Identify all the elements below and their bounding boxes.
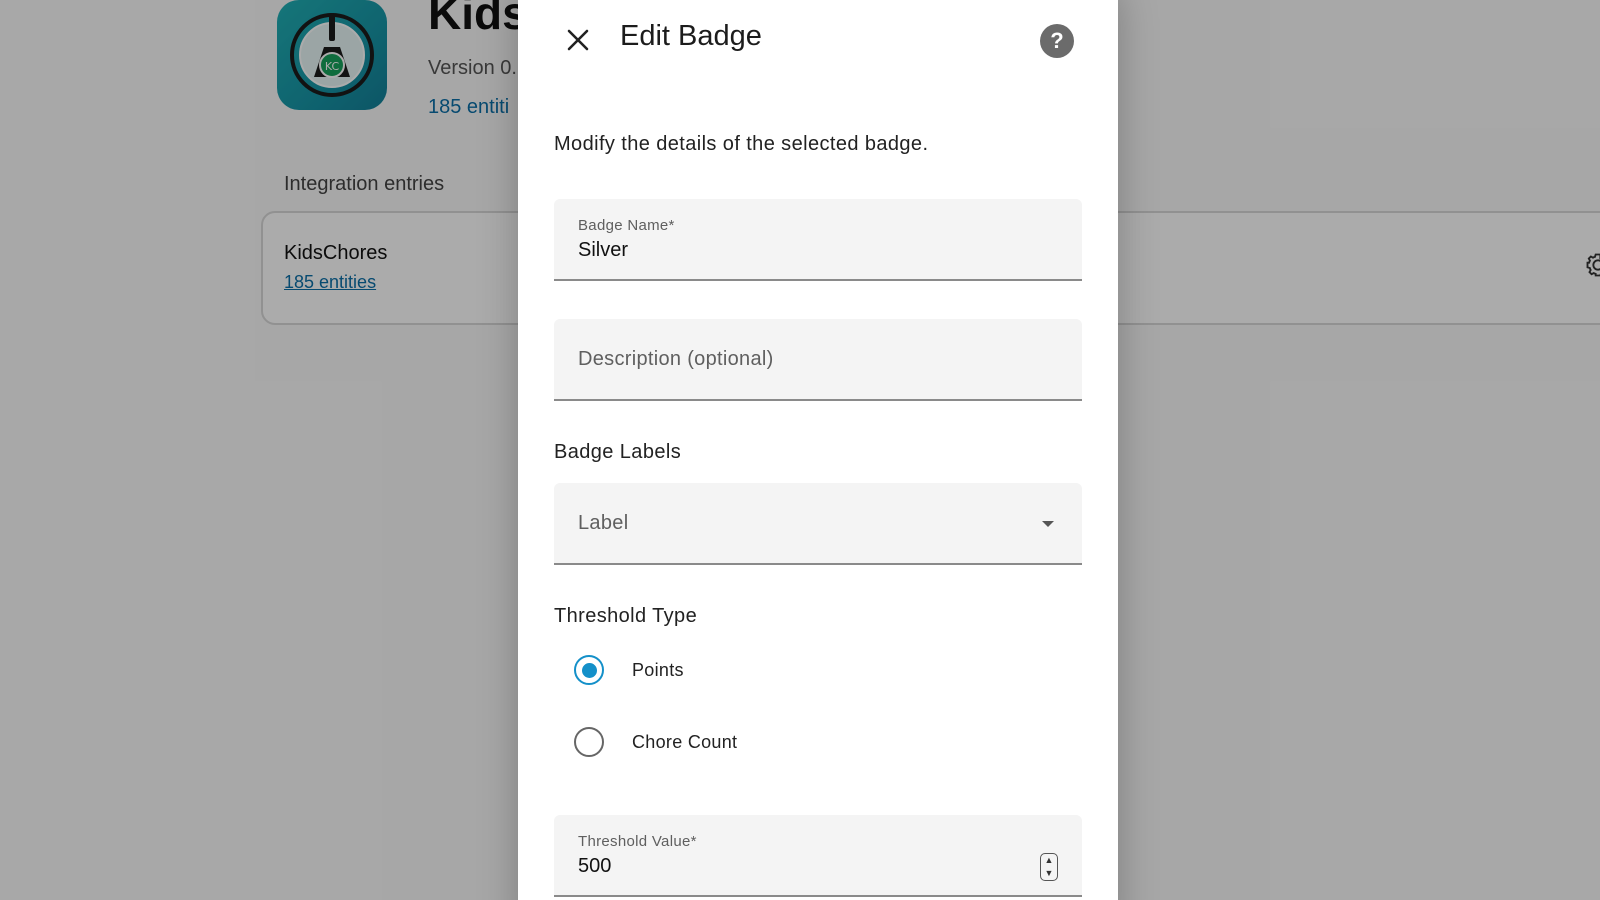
stepper-down-icon[interactable]: ▼ [1045, 869, 1054, 878]
radio-label-points: Points [632, 659, 684, 680]
badge-name-value[interactable]: Silver [578, 239, 628, 262]
threshold-option-points[interactable]: Points [574, 655, 684, 685]
label-select[interactable]: Label [554, 483, 1082, 565]
description-placeholder: Description (optional) [578, 348, 774, 370]
description-field[interactable]: Description (optional) [554, 319, 1082, 401]
label-select-placeholder: Label [578, 512, 629, 534]
threshold-value-label: Threshold Value* [578, 833, 697, 850]
radio-button-unchecked[interactable] [574, 727, 604, 757]
badge-name-field[interactable]: Badge Name* Silver [554, 199, 1082, 281]
threshold-type-heading: Threshold Type [554, 605, 698, 627]
help-icon: ? [1050, 28, 1064, 53]
radio-button-checked[interactable] [574, 655, 604, 685]
threshold-option-chore-count[interactable]: Chore Count [574, 727, 737, 757]
help-button[interactable]: ? [1040, 24, 1074, 58]
threshold-value-field[interactable]: Threshold Value* 500 ▲ ▼ [554, 815, 1082, 897]
badge-labels-heading: Badge Labels [554, 441, 682, 463]
screen: KC Kids Version 0. 185 entiti Integratio… [0, 0, 1600, 900]
chevron-down-icon [1042, 521, 1054, 527]
stepper-up-icon[interactable]: ▲ [1045, 856, 1054, 865]
radio-label-chore-count: Chore Count [632, 731, 738, 752]
close-button[interactable] [560, 22, 596, 58]
number-stepper-icon[interactable]: ▲ ▼ [1040, 853, 1058, 881]
badge-name-label: Badge Name* [578, 217, 675, 234]
dialog-description: Modify the details of the selected badge… [554, 133, 929, 155]
dialog-title: Edit Badge [620, 20, 762, 52]
close-icon [567, 29, 589, 51]
threshold-value-input[interactable]: 500 [578, 855, 611, 878]
